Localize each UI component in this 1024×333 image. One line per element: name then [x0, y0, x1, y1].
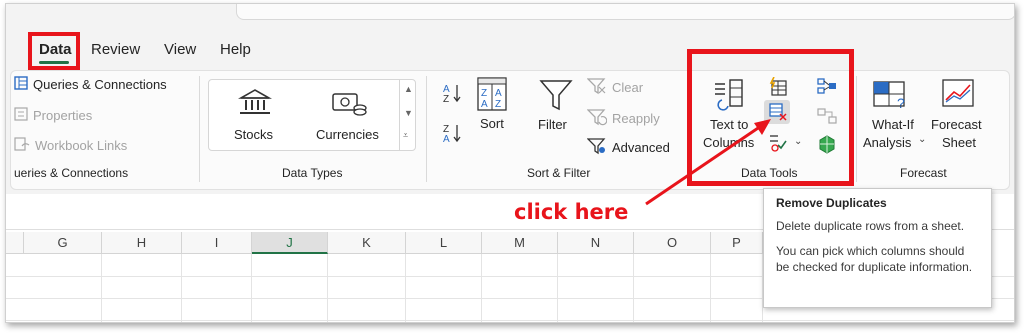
queries-connections-label: Queries & Connections: [33, 77, 167, 92]
svg-text:?: ?: [897, 95, 905, 110]
scroll-up-icon: ▲: [404, 84, 413, 94]
tooltip-title: Remove Duplicates: [776, 196, 887, 210]
tab-view[interactable]: View: [164, 41, 196, 58]
advanced-filter-icon: [586, 137, 607, 158]
properties-label: Properties: [33, 108, 93, 123]
column-header-i[interactable]: I: [182, 232, 252, 254]
properties-icon: [14, 107, 28, 124]
tab-review[interactable]: Review: [91, 41, 140, 58]
currency-icon: [331, 90, 367, 121]
sort-z-a-icon[interactable]: ZA: [442, 122, 462, 147]
search-box[interactable]: [236, 4, 1014, 20]
column-gridline: [481, 254, 482, 322]
column-header-n[interactable]: N: [558, 232, 634, 254]
column-gridline: [710, 254, 711, 322]
column-gridline: [251, 254, 252, 322]
filter-button[interactable]: Filter: [538, 116, 567, 133]
svg-text:Z: Z: [443, 94, 449, 104]
data-types-group-label: Data Types: [282, 166, 343, 180]
svg-text:Z: Z: [481, 88, 487, 99]
column-header-m[interactable]: M: [482, 232, 558, 254]
filter-icon: [539, 78, 573, 115]
excel-window: Data Review View Help Queries & Connecti…: [5, 3, 1015, 323]
tab-active-underline: [39, 61, 69, 64]
bank-icon: [237, 88, 273, 119]
workbook-links-label: Workbook Links: [35, 138, 128, 153]
column-gridline: [405, 254, 406, 322]
click-here-annotation: click here: [514, 200, 629, 224]
title-bar: [6, 4, 1014, 32]
what-if-line1[interactable]: What-If: [872, 116, 914, 133]
svg-text:A: A: [495, 88, 502, 99]
column-gridline: [557, 254, 558, 322]
clear-filter-icon: [586, 77, 607, 98]
reapply-icon: [586, 108, 608, 129]
column-header-p[interactable]: P: [711, 232, 763, 254]
column-gridline: [101, 254, 102, 322]
stocks-button[interactable]: Stocks: [234, 126, 273, 143]
svg-text:A: A: [481, 99, 488, 110]
column-header-j[interactable]: J: [252, 232, 328, 254]
tooltip-line2: You can pick which columns should be che…: [776, 244, 973, 274]
workbook-links-button[interactable]: Workbook Links: [14, 137, 127, 154]
column-header-o[interactable]: O: [634, 232, 711, 254]
what-if-analysis-icon: ?: [872, 80, 910, 113]
sort-a-z-icon[interactable]: AZ: [442, 82, 462, 107]
column-header-g[interactable]: G: [24, 232, 102, 254]
queries-connections-button[interactable]: Queries & Connections: [14, 76, 167, 93]
tab-data-label: Data: [39, 41, 72, 58]
sort-button[interactable]: Sort: [480, 115, 504, 132]
column-gridline: [633, 254, 634, 322]
expand-gallery-icon: ⩡: [403, 130, 409, 140]
row-gridline: [6, 320, 1014, 321]
tab-help[interactable]: Help: [220, 41, 251, 58]
what-if-line2[interactable]: Analysis: [863, 134, 911, 151]
column-header-h[interactable]: H: [102, 232, 182, 254]
separator: [199, 76, 200, 182]
tooltip-line1: Delete duplicate rows from a sheet.: [776, 219, 965, 233]
currencies-button[interactable]: Currencies: [316, 126, 379, 143]
column-header-k[interactable]: K: [328, 232, 406, 254]
tab-data[interactable]: Data: [28, 32, 80, 70]
properties-button[interactable]: Properties: [14, 107, 92, 124]
forecast-sheet-icon: [941, 78, 977, 113]
svg-text:A: A: [443, 134, 450, 144]
clear-button[interactable]: Clear: [586, 77, 644, 98]
column-gridline: [327, 254, 328, 322]
gallery-scroll[interactable]: ▲ ▼ ⩡: [399, 80, 416, 150]
separator: [426, 76, 427, 182]
separator: [856, 76, 857, 182]
forecast-sheet-line1[interactable]: Forecast: [931, 116, 982, 133]
queries-icon: [14, 76, 28, 93]
clear-label: Clear: [612, 80, 644, 95]
column-header-l[interactable]: L: [406, 232, 482, 254]
forecast-group-label: Forecast: [900, 166, 947, 180]
select-all-corner[interactable]: [6, 232, 24, 254]
column-gridline: [181, 254, 182, 322]
annotation-arrow: [645, 119, 771, 206]
scroll-down-icon: ▼: [404, 108, 413, 118]
queries-group-label: ueries & Connections: [14, 166, 129, 180]
sort-filter-group-label: Sort & Filter: [527, 166, 591, 180]
remove-duplicates-tooltip: Remove Duplicates Delete duplicate rows …: [763, 188, 992, 308]
sort-dialog-icon: ZAAZ: [477, 77, 507, 114]
forecast-sheet-line2[interactable]: Sheet: [942, 134, 976, 151]
svg-text:Z: Z: [495, 99, 501, 110]
what-if-dropdown-icon[interactable]: ⌄: [918, 134, 926, 145]
workbook-links-icon: [14, 137, 30, 154]
